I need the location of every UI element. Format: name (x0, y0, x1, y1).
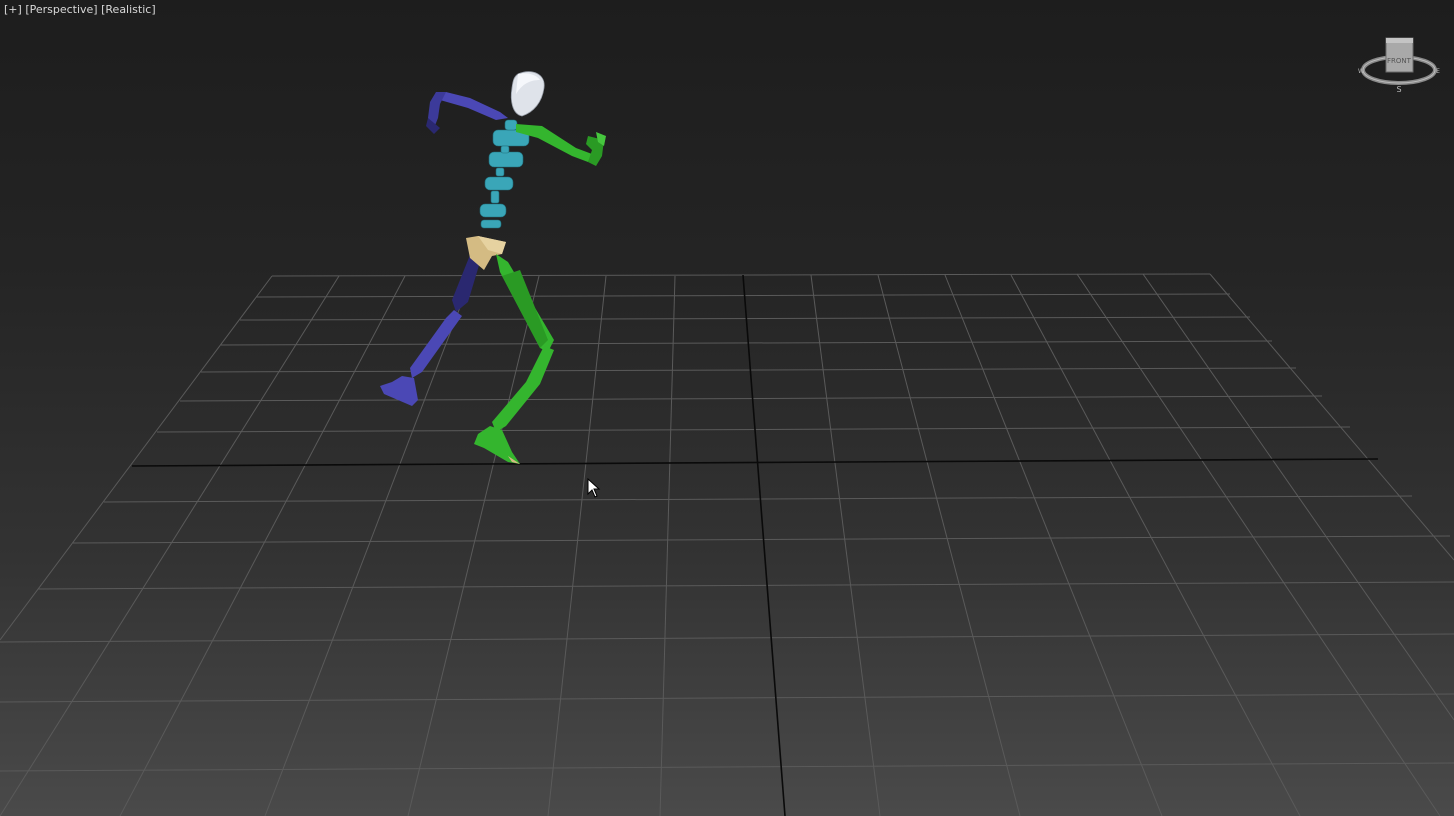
compass-south-label: S (1396, 85, 1401, 94)
viewcube-front-label: FRONT (1387, 57, 1412, 65)
head[interactable] (510, 71, 545, 117)
perspective-viewport[interactable]: [+] [Perspective] [Realistic] FRONT S W … (0, 0, 1454, 816)
left-leg[interactable] (380, 255, 480, 406)
grid-axis-lines (131, 274, 1379, 816)
right-leg[interactable] (474, 254, 554, 464)
viewcube-icon[interactable]: FRONT S W E (1356, 30, 1444, 96)
compass-east-label: E (1436, 68, 1440, 75)
right-arm[interactable] (516, 124, 606, 166)
compass-west-label: W (1358, 68, 1364, 75)
spine[interactable] (479, 119, 530, 229)
mouse-pointer-icon (587, 478, 601, 498)
home-grid (0, 273, 1454, 816)
biped-skeleton[interactable] (380, 71, 606, 464)
left-arm[interactable] (426, 92, 508, 134)
scene-canvas[interactable] (0, 0, 1454, 816)
